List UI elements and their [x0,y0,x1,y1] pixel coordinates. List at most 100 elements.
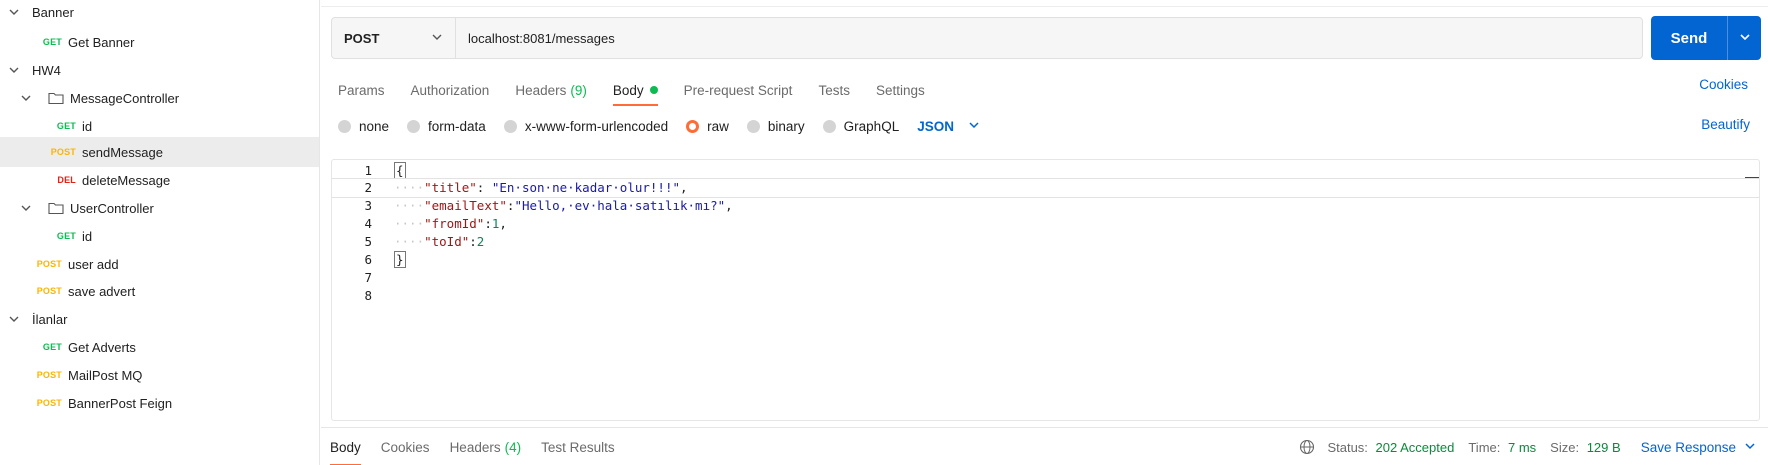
code-token: ···· [394,234,425,250]
send-options-dropdown[interactable] [1727,16,1761,60]
url-input[interactable] [456,18,1642,58]
radio-button[interactable] [407,119,421,133]
request-item-selected[interactable]: POST sendMessage [0,137,319,167]
code-text: { [394,161,406,179]
chevron-down-icon[interactable] [20,202,32,214]
send-button[interactable]: Send [1651,16,1761,60]
radio-form-data[interactable]: form-data [407,119,486,134]
radio-button[interactable] [822,119,836,133]
folder-banner[interactable]: Banner [0,0,319,27]
folder-icon [48,91,64,105]
code-token: : [476,180,492,196]
code-token: : [469,234,477,250]
method-badge: POST [36,370,62,380]
size-value: 129 B [1586,439,1621,455]
beautify-link[interactable]: Beautify [1701,117,1750,132]
code-token: : [484,216,492,232]
radio-button[interactable] [746,119,760,133]
radio-button[interactable] [338,119,351,133]
radio-button-checked[interactable] [686,119,700,133]
method-select[interactable]: POST [332,18,456,58]
method-badge: GET [56,121,76,131]
status-value: 202 Accepted [1375,439,1455,455]
body-type-selector: none form-data x-www-form-urlencoded raw… [338,116,980,136]
code-editor[interactable]: 1{2 ····"title": "En·son·ne·kadar·olur!!!… [331,159,1760,421]
headers-count: (9) [570,82,587,98]
request-item[interactable]: GET Get Adverts [0,332,319,362]
request-item[interactable]: GET id [0,221,319,251]
code-token: "En·son·ne·kadar·olur!!!" [491,180,681,196]
response-meta: Status: 202 Accepted Time: 7 ms Size: 12… [1299,428,1756,465]
request-label: sendMessage [82,144,163,160]
chevron-down-icon[interactable] [20,92,32,104]
chevron-down-icon[interactable] [8,6,20,18]
language-select-value: JSON [917,118,954,134]
globe-icon[interactable] [1299,439,1315,455]
folder-message-controller[interactable]: MessageController [0,83,319,113]
response-tab-cookies[interactable]: Cookies [381,428,430,465]
chevron-down-icon[interactable] [8,64,20,76]
method-badge: GET [56,231,76,241]
code-token: 2 [476,234,485,250]
line-number: 7 [364,269,372,285]
radio-label: GraphQL [843,118,900,134]
tab-tests[interactable]: Tests [818,74,850,106]
request-label: Get Adverts [68,339,136,355]
response-tab-headers[interactable]: Headers (4) [450,428,522,465]
line-number: 5 [364,234,372,250]
save-response-label: Save Response [1640,439,1736,455]
tab-headers[interactable]: Headers (9) [515,74,587,106]
request-item[interactable]: POST save advert [0,276,319,306]
radio-none[interactable]: none [338,119,389,134]
chevron-down-icon [1739,31,1751,46]
code-line[interactable]: 8 [332,285,1759,305]
response-tabs: Body Cookies Headers (4) Test Results [330,428,635,465]
folder-ilanlar[interactable]: İlanlar [0,304,319,334]
tab-label: Body [330,439,361,455]
code-token: } [394,251,406,268]
chevron-down-icon[interactable] [8,313,20,325]
request-item[interactable]: POST MailPost MQ [0,360,319,390]
request-label: BannerPost Feign [68,395,173,411]
code-token: "fromId" [424,216,485,232]
tab-prerequest-script[interactable]: Pre-request Script [684,74,793,106]
save-response-button[interactable]: Save Response [1641,440,1756,455]
code-token: "toId" [424,234,470,250]
send-button-label[interactable]: Send [1651,16,1727,60]
tab-settings[interactable]: Settings [876,74,925,106]
request-item[interactable]: GET Get Banner [0,27,319,57]
cookies-link[interactable]: Cookies [1699,77,1748,92]
request-item[interactable]: POST BannerPost Feign [0,388,319,418]
folder-user-controller[interactable]: UserController [0,193,319,223]
time-value: 7 ms [1508,439,1537,455]
response-bar: Body Cookies Headers (4) Test Results St… [321,427,1768,465]
radio-urlencoded[interactable]: x-www-form-urlencoded [503,119,668,134]
radio-binary[interactable]: binary [746,119,805,134]
status-info[interactable]: Status: 202 Accepted [1327,440,1454,455]
tab-body[interactable]: Body [612,74,658,106]
code-token: , [499,216,507,232]
time-info[interactable]: Time: 7 ms [1468,440,1536,455]
radio-label: form-data [428,118,486,134]
size-info[interactable]: Size: 129 B [1550,440,1621,455]
status-label: Status: [1327,439,1368,455]
tab-authorization[interactable]: Authorization [411,74,490,106]
radio-graphql[interactable]: GraphQL [822,118,900,134]
request-item[interactable]: POST user add [0,249,319,279]
radio-button[interactable] [503,119,517,133]
response-tab-test-results[interactable]: Test Results [541,428,615,465]
tab-params[interactable]: Params [338,74,385,106]
code-token: "Hello,·ev·hala·satılık·mı?" [514,198,726,214]
tab-label: Settings [875,82,925,98]
language-select[interactable]: JSON [917,119,980,134]
tab-label: Test Results [541,439,615,455]
radio-raw[interactable]: raw [686,119,729,134]
response-tab-body[interactable]: Body [330,428,361,465]
request-label: id [82,228,93,244]
folder-label: İlanlar [32,311,68,327]
request-item[interactable]: DEL deleteMessage [0,165,319,195]
line-number: 8 [364,287,372,303]
tab-label: Headers [449,439,501,455]
folder-hw4[interactable]: HW4 [0,55,319,85]
method-badge: POST [50,147,76,157]
